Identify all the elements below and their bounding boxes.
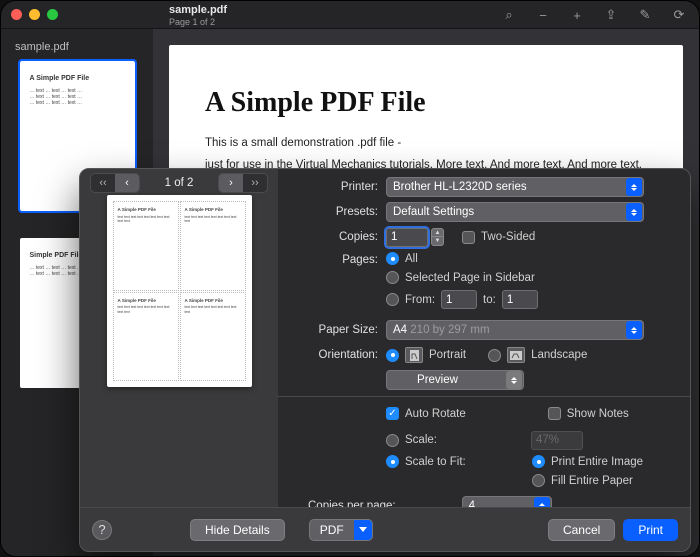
sidebar-filename: sample.pdf bbox=[15, 41, 139, 53]
zoom-out-icon[interactable]: − bbox=[535, 7, 551, 23]
copies-stepper[interactable]: ▲▼ bbox=[431, 228, 444, 246]
chevron-updown-icon bbox=[539, 503, 545, 508]
landscape-icon bbox=[507, 347, 525, 363]
preview-app-window: sample.pdf Page 1 of 2 ⌕ − + ⇪ ✎ ⟳ sampl… bbox=[0, 0, 700, 557]
two-sided-label: Two-Sided bbox=[481, 231, 535, 243]
chevron-updown-icon bbox=[631, 184, 637, 191]
orientation-landscape-radio[interactable] bbox=[488, 349, 501, 362]
orientation-portrait-radio[interactable] bbox=[386, 349, 399, 362]
rotate-icon[interactable]: ⟳ bbox=[671, 7, 687, 23]
section-divider bbox=[278, 396, 690, 397]
document-title: sample.pdf bbox=[169, 4, 227, 16]
printer-label: Printer: bbox=[290, 181, 386, 193]
document-subtitle: Page 1 of 2 bbox=[169, 17, 215, 27]
preview-page-counter: 1 of 2 bbox=[165, 177, 194, 189]
pages-to-input[interactable]: 1 bbox=[502, 290, 538, 309]
minimize-window-button[interactable] bbox=[29, 9, 40, 20]
close-window-button[interactable] bbox=[11, 9, 22, 20]
print-button[interactable]: Print bbox=[623, 519, 678, 541]
pdf-dropdown-button[interactable]: PDF bbox=[309, 519, 373, 541]
copies-per-page-select[interactable]: 4 bbox=[462, 496, 552, 507]
page-paragraph: This is a small demonstration .pdf file … bbox=[205, 137, 647, 149]
chevron-updown-icon bbox=[631, 327, 637, 334]
hide-details-button[interactable]: Hide Details bbox=[190, 519, 285, 541]
scale-percent-input: 47% bbox=[531, 431, 583, 450]
two-sided-checkbox[interactable] bbox=[462, 231, 475, 244]
show-notes-checkbox[interactable] bbox=[548, 407, 561, 420]
app-titlebar: sample.pdf Page 1 of 2 ⌕ − + ⇪ ✎ ⟳ bbox=[1, 1, 699, 29]
preview-nav-back[interactable]: ‹‹ ‹ bbox=[90, 173, 140, 193]
zoom-window-button[interactable] bbox=[47, 9, 58, 20]
orientation-label: Orientation: bbox=[290, 349, 386, 361]
chevron-left-icon: ‹‹ bbox=[91, 174, 115, 192]
window-controls bbox=[11, 9, 58, 20]
pages-all-radio[interactable] bbox=[386, 252, 399, 265]
print-preview-pane: ‹‹ ‹ 1 of 2 › ›› A Simple PDF Filetext t… bbox=[80, 169, 278, 507]
chevron-left-icon: ‹ bbox=[115, 174, 139, 192]
toolbar-icons: ⌕ − + ⇪ ✎ ⟳ bbox=[501, 7, 687, 23]
copies-input[interactable]: 1 bbox=[386, 228, 428, 247]
preview-sheet: A Simple PDF Filetext text text text tex… bbox=[107, 195, 252, 387]
app-options-select[interactable]: Preview bbox=[386, 370, 524, 390]
cancel-button[interactable]: Cancel bbox=[548, 519, 615, 541]
copies-label: Copies: bbox=[290, 231, 386, 243]
scale-radio[interactable] bbox=[386, 434, 399, 447]
print-options-pane: Printer: Brother HL-L2320D series Preset… bbox=[278, 169, 690, 507]
preview-nav-forward[interactable]: › ›› bbox=[218, 173, 268, 193]
dialog-footer: ? Hide Details PDF Cancel Print bbox=[80, 507, 690, 551]
pages-range-radio[interactable] bbox=[386, 293, 399, 306]
paper-size-select[interactable]: A4 210 by 297 mm bbox=[386, 320, 644, 340]
pages-selected-radio[interactable] bbox=[386, 271, 399, 284]
presets-select[interactable]: Default Settings bbox=[386, 202, 644, 222]
chevron-updown-icon bbox=[631, 209, 637, 216]
chevron-down-icon bbox=[354, 520, 372, 540]
print-entire-image-radio[interactable] bbox=[532, 455, 545, 468]
markup-icon[interactable]: ✎ bbox=[637, 7, 653, 23]
paper-size-label: Paper Size: bbox=[290, 324, 386, 336]
print-dialog: ‹‹ ‹ 1 of 2 › ›› A Simple PDF Filetext t… bbox=[79, 168, 691, 552]
presets-label: Presets: bbox=[290, 206, 386, 218]
copies-per-page-label: Copies per page: bbox=[290, 500, 404, 507]
portrait-icon bbox=[405, 347, 423, 363]
chevron-right-icon: › bbox=[219, 174, 243, 192]
pages-from-input[interactable]: 1 bbox=[441, 290, 477, 309]
chevron-updown-icon bbox=[511, 377, 517, 384]
zoom-in-icon[interactable]: + bbox=[569, 7, 585, 23]
chevron-right-icon: ›› bbox=[243, 174, 267, 192]
share-icon[interactable]: ⇪ bbox=[603, 7, 619, 23]
help-button[interactable]: ? bbox=[92, 520, 112, 540]
scale-to-fit-radio[interactable] bbox=[386, 455, 399, 468]
pages-label: Pages: bbox=[290, 252, 386, 266]
auto-rotate-checkbox[interactable] bbox=[386, 407, 399, 420]
fill-entire-paper-radio[interactable] bbox=[532, 474, 545, 487]
page-heading: A Simple PDF File bbox=[205, 87, 647, 119]
printer-select[interactable]: Brother HL-L2320D series bbox=[386, 177, 644, 197]
search-icon[interactable]: ⌕ bbox=[501, 7, 517, 23]
